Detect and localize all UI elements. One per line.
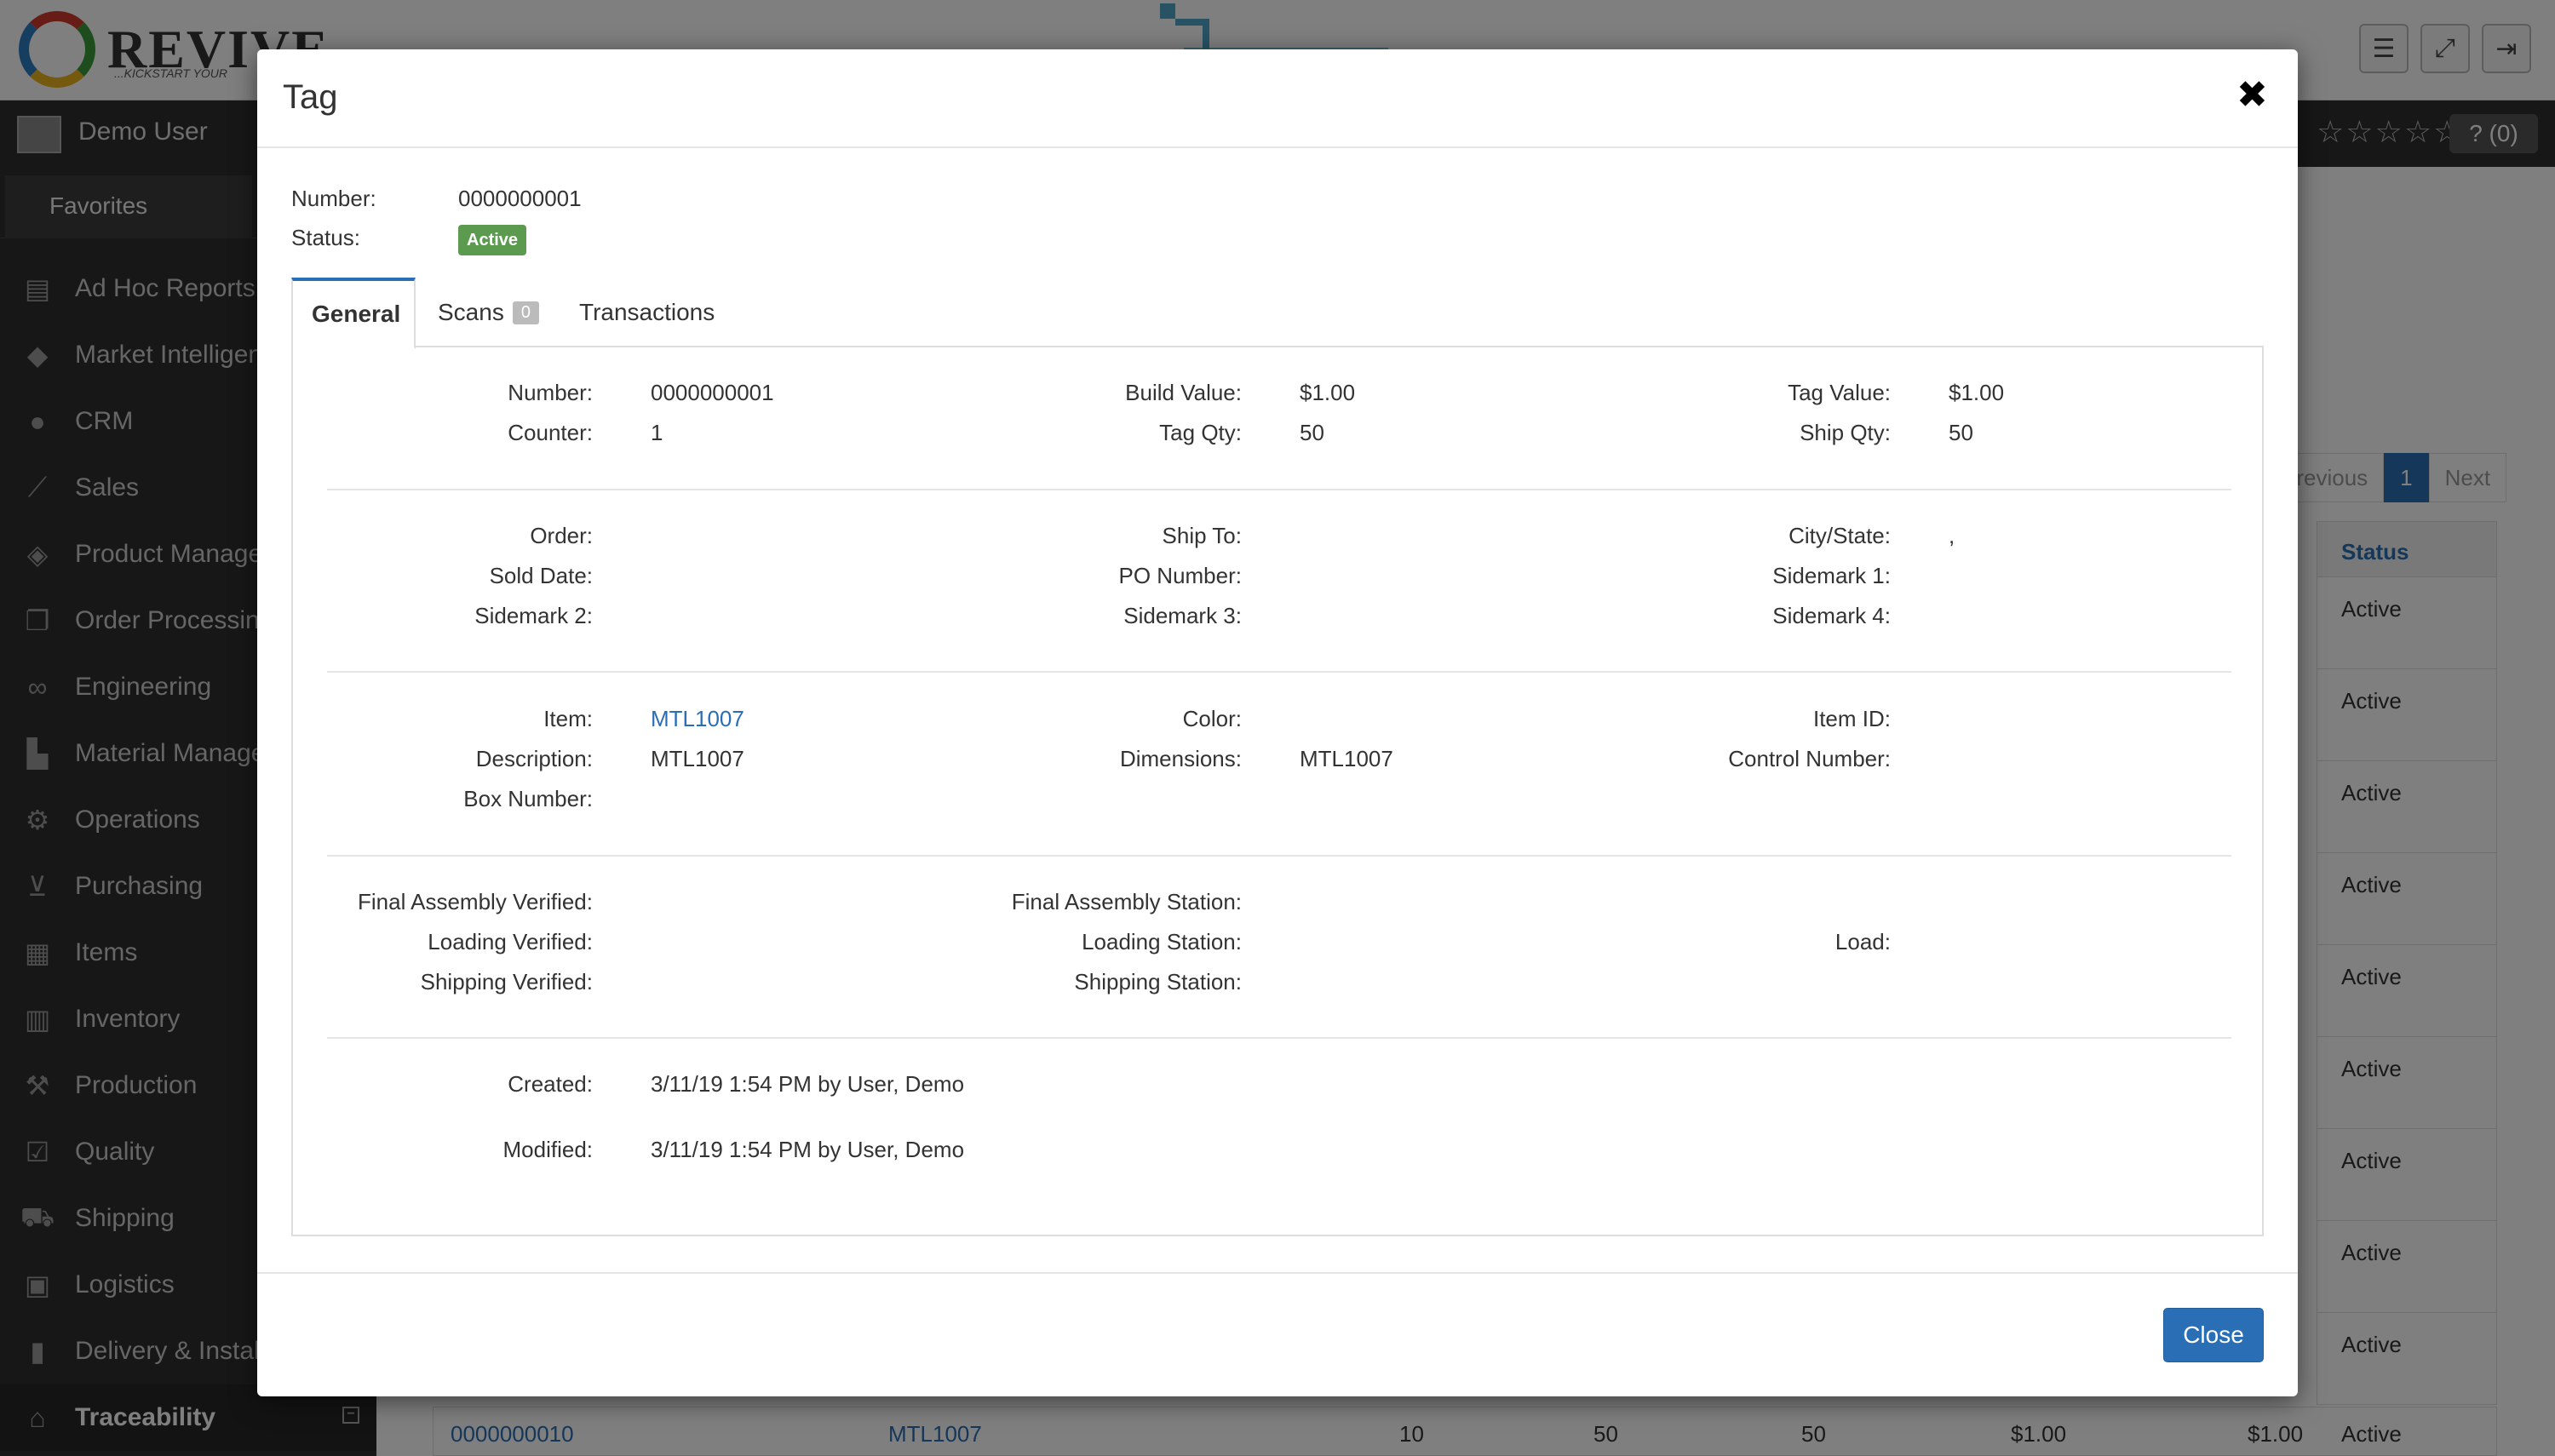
tag-modal: Tag ✖ Number: 0000000001 Status: Active …: [257, 49, 2298, 1396]
field-number: 0000000001: [651, 380, 774, 405]
field-label: Dimensions:: [1119, 746, 1242, 771]
field-label: Build Value:: [1125, 380, 1242, 405]
field-dimensions: MTL1007: [1300, 746, 1393, 771]
field-label: Ship To:: [1162, 523, 1242, 548]
field-label: Shipping Verified:: [420, 969, 593, 995]
field-modified: 3/11/19 1:54 PM by User, Demo: [651, 1137, 965, 1162]
status-badge: Active: [458, 225, 527, 255]
field-label: Load:: [1834, 929, 1891, 954]
field-label: Order:: [530, 523, 593, 548]
field-label: Sidemark 2:: [474, 603, 593, 628]
scans-count-badge: 0: [512, 301, 539, 324]
number-label: Number:: [291, 186, 376, 211]
field-label: Tag Qty:: [1159, 420, 1242, 445]
item-link[interactable]: MTL1007: [651, 706, 744, 732]
field-label: Loading Station:: [1082, 929, 1242, 954]
tab-bar: General Scans 0 Transactions: [291, 278, 2264, 349]
field-city-state: ,: [1949, 523, 1955, 548]
number-value: 0000000001: [458, 186, 582, 211]
modal-title: Tag: [283, 78, 338, 116]
field-counter: 1: [651, 420, 663, 445]
tab-label: General: [312, 301, 401, 327]
tab-transactions[interactable]: Transactions: [560, 278, 733, 347]
field-label: Ship Qty:: [1800, 420, 1891, 445]
field-label: Item:: [543, 706, 593, 731]
field-tag-value: $1.00: [1949, 380, 2005, 405]
field-label: Sidemark 3:: [1123, 603, 1242, 628]
field-label: Sold Date:: [489, 563, 593, 588]
field-label: Shipping Station:: [1074, 969, 1242, 995]
general-panel: Number: 0000000001 Counter: 1 Build Valu…: [291, 346, 2264, 1236]
field-label: Description:: [475, 746, 593, 771]
field-label: Created:: [508, 1071, 593, 1097]
field-label: Number:: [508, 380, 593, 405]
section-divider: [327, 671, 2231, 673]
modal-footer: Close: [257, 1272, 2298, 1396]
close-button[interactable]: Close: [2163, 1308, 2264, 1362]
field-tag-qty: 50: [1300, 420, 1324, 445]
close-icon[interactable]: ✖: [2236, 73, 2268, 117]
section-divider: [327, 855, 2231, 857]
field-label: Sidemark 1:: [1772, 563, 1891, 588]
modal-header: Tag ✖: [257, 49, 2298, 148]
field-build-value: $1.00: [1300, 380, 1356, 405]
field-label: Loading Verified:: [428, 929, 593, 954]
field-label: Counter:: [508, 420, 593, 445]
field-label: City/State:: [1788, 523, 1891, 548]
field-label: Final Assembly Verified:: [357, 889, 593, 914]
field-label: Box Number:: [463, 786, 593, 811]
tab-label: Scans: [438, 299, 504, 325]
field-label: Sidemark 4:: [1772, 603, 1891, 628]
tab-label: Transactions: [579, 299, 715, 325]
tab-general[interactable]: General: [291, 278, 416, 349]
status-label: Status:: [291, 225, 360, 250]
field-label: Final Assembly Station:: [1011, 889, 1242, 914]
section-divider: [327, 489, 2231, 490]
field-created: 3/11/19 1:54 PM by User, Demo: [651, 1071, 965, 1097]
section-divider: [327, 1037, 2231, 1039]
field-label: PO Number:: [1118, 563, 1243, 588]
field-description: MTL1007: [651, 746, 744, 771]
tab-scans[interactable]: Scans 0: [419, 278, 558, 347]
field-label: Control Number:: [1728, 746, 1891, 771]
field-label: Modified:: [502, 1137, 594, 1162]
field-label: Color:: [1182, 706, 1242, 731]
field-ship-qty: 50: [1949, 420, 1973, 445]
field-label: Tag Value:: [1788, 380, 1891, 405]
field-label: Item ID:: [1812, 706, 1891, 731]
